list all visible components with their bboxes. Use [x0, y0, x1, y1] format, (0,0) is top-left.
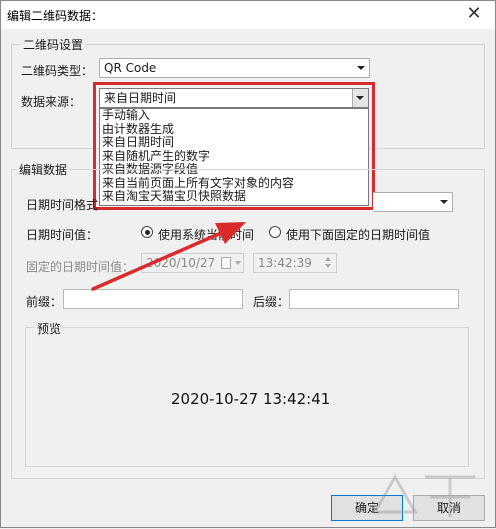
format-select[interactable] — [373, 192, 453, 212]
prefix-label: 前缀： — [26, 295, 63, 309]
preview-label: 预览 — [35, 320, 64, 337]
fixed-time-value: 13:42:39 — [258, 256, 312, 270]
cancel-button[interactable]: 取消 — [413, 495, 485, 521]
radio-fixed-time-label[interactable]: 使用下面固定的日期时间值 — [286, 226, 430, 243]
fixed-date-input[interactable]: 2020/10/27 — [141, 253, 244, 273]
suffix-label: 后缀： — [253, 295, 290, 309]
fixed-date-value: 2020/10/27 — [146, 256, 216, 270]
dialog-window: 编辑二维码数据： ✕ 二维码设置 二维码类型： QR Code 数据来源： 来自… — [0, 0, 496, 528]
chevron-down-icon — [440, 200, 448, 204]
calendar-icon — [221, 257, 231, 269]
close-icon[interactable]: ✕ — [463, 3, 485, 25]
radio-system-time-label[interactable]: 使用系统当前时间 — [158, 226, 254, 243]
qr-type-label: 二维码类型： — [21, 64, 94, 78]
qr-settings-title: 二维码设置 — [21, 36, 86, 53]
title-bar: 编辑二维码数据： ✕ — [1, 1, 495, 29]
chevron-down-icon — [235, 261, 241, 265]
preview-text: 2020-10-27 13:42:41 — [171, 390, 331, 408]
prefix-input[interactable] — [63, 289, 243, 309]
edit-data-title: 编辑数据 — [17, 161, 70, 178]
radio-fixed-time[interactable] — [269, 226, 281, 238]
window-title: 编辑二维码数据： — [7, 9, 104, 23]
spinner-icon[interactable] — [324, 256, 334, 270]
radio-system-time[interactable] — [141, 226, 153, 238]
ok-button[interactable]: 确定 — [331, 495, 403, 521]
suffix-input[interactable] — [289, 289, 459, 309]
qr-type-value: QR Code — [104, 61, 157, 75]
qr-type-select[interactable]: QR Code — [99, 58, 370, 78]
data-source-label: 数据来源： — [21, 95, 82, 109]
fixed-time-input[interactable]: 13:42:39 — [253, 253, 337, 273]
datetime-value-label: 日期时间值： — [26, 228, 99, 242]
format-label: 日期时间格式 — [26, 198, 99, 212]
chevron-down-icon — [357, 66, 365, 70]
fixed-datetime-label: 固定的日期时间值： — [26, 260, 135, 274]
